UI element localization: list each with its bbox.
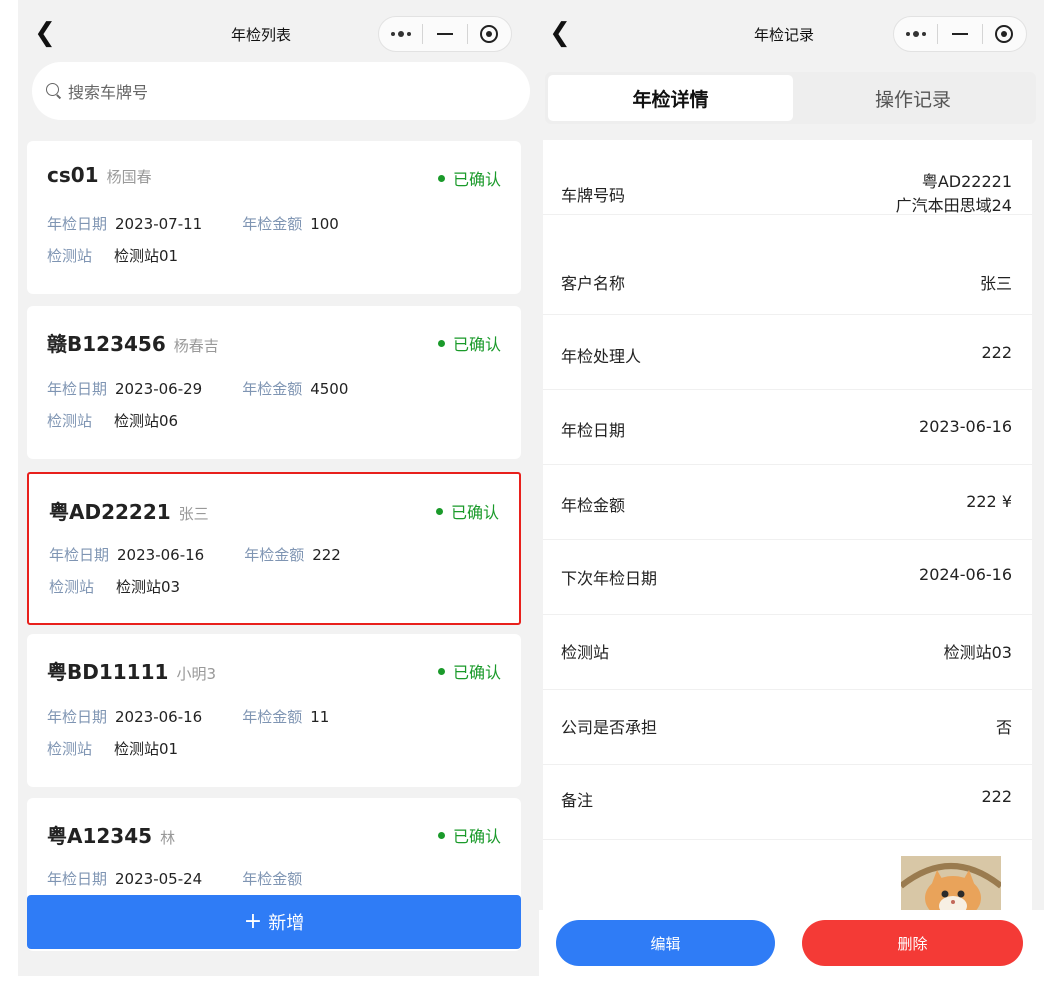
detail-value: 否: [995, 718, 1012, 737]
status-badge: 已确认: [437, 166, 501, 190]
detail-row-remark: 备注 222: [543, 765, 1032, 840]
minus-icon: [436, 33, 453, 35]
status-dot-icon: [437, 667, 445, 675]
detail-row-amount: 年检金额 222 ¥: [543, 465, 1032, 540]
edit-button[interactable]: 编辑: [556, 920, 775, 966]
detail-value: 2024-06-16: [919, 565, 1012, 584]
detail-value: 2023-06-16: [919, 417, 1012, 436]
cat-photo-thumbnail[interactable]: [901, 856, 1001, 916]
detail-label: 年检处理人: [561, 347, 642, 366]
detail-value: 222: [981, 787, 1012, 806]
detail-label: 下次年检日期: [561, 569, 658, 588]
status-badge: 已确认: [437, 659, 501, 683]
station-row: 检测站 检测站06: [47, 412, 179, 430]
nav-bar: ❮ 年检记录: [539, 0, 1044, 64]
action-bar: 编辑 删除: [539, 910, 1044, 976]
status-badge: 已确认: [437, 823, 501, 847]
detail-label: 年检日期: [561, 421, 626, 440]
owner-name: 杨春吉: [173, 337, 219, 355]
detail-list: 车牌号码 粤AD22221 广汽本田思域24 客户名称 张三 年检处理人 222…: [543, 140, 1032, 916]
date-amount-row: 年检日期 2023-07-11 年检金额 100: [47, 215, 339, 233]
plate-number: 粤AD22221 张三: [49, 500, 209, 524]
more-menu-button[interactable]: [894, 17, 937, 51]
target-icon: [480, 25, 499, 43]
station-row: 检测站 检测站01: [47, 740, 179, 758]
inspection-card[interactable]: 粤BD11111 小明3 已确认 年检日期 2023-06-16 年检金额 11 检测站…: [27, 634, 521, 787]
plate-number: cs01 杨国春: [47, 163, 152, 187]
minimize-button[interactable]: [423, 17, 466, 51]
owner-name: 杨国春: [106, 168, 152, 186]
status-dot-icon: [435, 507, 443, 515]
plate-number: 粤A12345 林: [47, 824, 176, 848]
detail-label: 年检金额: [561, 496, 626, 515]
segmented-tabs: 年检详情 操作记录: [545, 72, 1036, 124]
station-row: 检测站 检测站03: [49, 578, 181, 596]
status-badge: 已确认: [437, 331, 501, 355]
inspection-card[interactable]: 赣B123456 杨春吉 已确认 年检日期 2023-06-29 年检金额 4500 检…: [27, 306, 521, 459]
detail-label: 公司是否承担: [561, 718, 658, 737]
more-dots-icon: [390, 31, 411, 37]
chevron-left-icon[interactable]: ❮: [545, 18, 575, 48]
plate-number: 粤BD11111 小明3: [47, 660, 216, 684]
tab-inspection-details[interactable]: 年检详情: [548, 75, 793, 121]
chevron-left-icon[interactable]: ❮: [30, 18, 60, 48]
detail-row-handler: 年检处理人 222: [543, 315, 1032, 390]
search-icon: [46, 83, 62, 99]
station-row: 检测站 检测站01: [47, 247, 179, 265]
status-dot-icon: [437, 339, 445, 347]
close-miniprogram-button[interactable]: [983, 17, 1026, 51]
plus-icon: +: [243, 909, 263, 934]
detail-label: 备注: [561, 791, 594, 810]
status-dot-icon: [437, 174, 445, 182]
mini-program-capsule: [378, 16, 512, 52]
nav-bar: ❮ 年检列表: [18, 0, 539, 64]
date-amount-row: 年检日期 2023-06-29 年检金额 4500: [47, 380, 349, 398]
detail-value: 张三: [979, 274, 1012, 293]
detail-row-company-borne: 公司是否承担 否: [543, 690, 1032, 765]
page-title: 年检列表: [231, 26, 292, 44]
detail-value-secondary: 广汽本田思域24: [895, 196, 1012, 215]
owner-name: 小明3: [176, 665, 216, 683]
search-input[interactable]: 搜索车牌号: [32, 62, 530, 120]
tab-operation-log[interactable]: 操作记录: [793, 75, 1033, 121]
more-menu-button[interactable]: [379, 17, 422, 51]
inspection-detail-screen: ❮ 年检记录 年检详情 操作记录 车牌号码 粤AD22221 广汽本田思域24 …: [539, 0, 1044, 976]
search-placeholder: 搜索车牌号: [68, 83, 149, 102]
add-button[interactable]: + 新增: [27, 895, 521, 949]
detail-value: 粤AD22221: [921, 172, 1012, 191]
minus-icon: [951, 33, 968, 35]
page-title: 年检记录: [754, 26, 815, 44]
more-dots-icon: [905, 31, 926, 37]
detail-row-station: 检测站 检测站03: [543, 615, 1032, 690]
add-button-label: 新增: [268, 913, 305, 934]
status-badge: 已确认: [435, 499, 499, 523]
detail-row-next-date: 下次年检日期 2024-06-16: [543, 540, 1032, 615]
owner-name: 张三: [178, 505, 209, 523]
target-icon: [995, 25, 1014, 43]
date-amount-row: 年检日期 2023-06-16 年检金额 11: [47, 708, 330, 726]
detail-row-plate: 车牌号码 粤AD22221 广汽本田思域24: [543, 140, 1032, 215]
detail-label: 检测站: [561, 643, 610, 662]
date-amount-row: 年检日期 2023-05-24 年检金额: [47, 870, 303, 888]
mini-program-capsule: [893, 16, 1027, 52]
inspection-card[interactable]: cs01 杨国春 已确认 年检日期 2023-07-11 年检金额 100 检测站 检测站…: [27, 141, 521, 294]
status-dot-icon: [437, 831, 445, 839]
close-miniprogram-button[interactable]: [468, 17, 511, 51]
date-amount-row: 年检日期 2023-06-16 年检金额 222: [49, 546, 341, 564]
delete-button[interactable]: 删除: [802, 920, 1023, 966]
detail-label: 客户名称: [561, 274, 626, 293]
detail-value: 222 ¥: [966, 492, 1012, 511]
owner-name: 林: [160, 829, 176, 847]
detail-row-customer: 客户名称 张三: [543, 240, 1032, 315]
detail-value: 检测站03: [943, 643, 1012, 662]
inspection-list-screen: ❮ 年检列表 搜索车牌号 cs01 杨国春 已确认 年检日期 2023-07-11 年…: [18, 0, 539, 976]
detail-label: 车牌号码: [561, 186, 626, 205]
inspection-card-selected[interactable]: 粤AD22221 张三 已确认 年检日期 2023-06-16 年检金额 222 检测站…: [27, 472, 521, 625]
detail-row-date: 年检日期 2023-06-16: [543, 390, 1032, 465]
photo-image-icon: [901, 856, 1001, 916]
minimize-button[interactable]: [938, 17, 981, 51]
plate-number: 赣B123456 杨春吉: [47, 332, 219, 356]
detail-value: 222: [981, 343, 1012, 362]
